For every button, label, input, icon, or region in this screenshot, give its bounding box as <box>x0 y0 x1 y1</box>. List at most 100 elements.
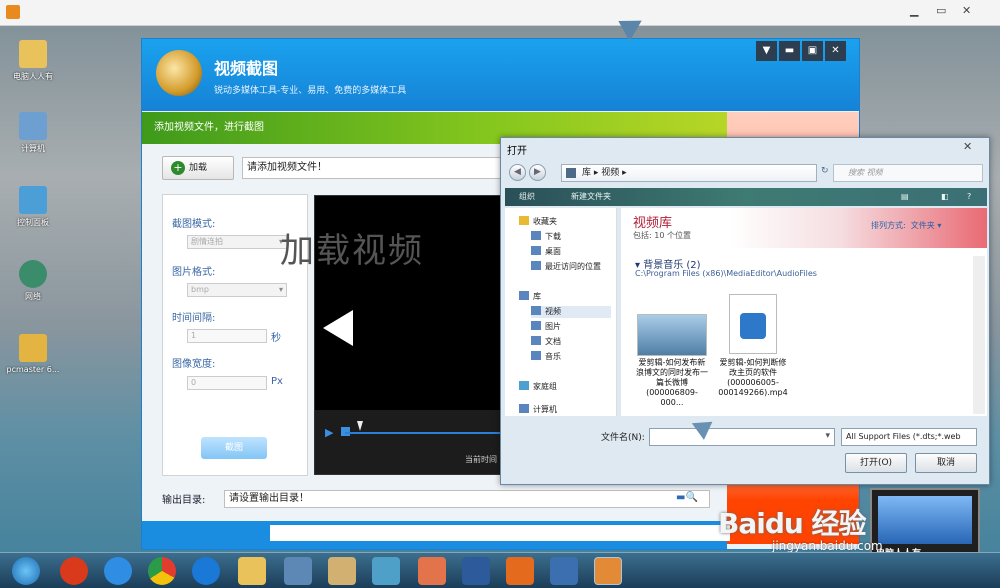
browser-q-icon[interactable] <box>192 557 220 585</box>
file-manager-icon[interactable] <box>328 557 356 585</box>
video-file-icon[interactable] <box>729 294 777 354</box>
file-name-2[interactable]: 爱剪辑-如何判断修改主页的软件(000006005-000149266).mp4 <box>717 358 789 398</box>
view-options-icon[interactable]: ▤ <box>901 188 909 206</box>
nav-homegroup[interactable]: 家庭组 <box>519 381 557 393</box>
dialog-title: 打开 <box>507 146 527 157</box>
office-icon[interactable] <box>550 557 578 585</box>
music-icon <box>531 351 541 360</box>
active-app-icon[interactable] <box>594 557 622 585</box>
open-button[interactable]: 打开(O) <box>845 453 907 473</box>
mode-select[interactable]: 剧情连拍 <box>187 235 287 249</box>
nav-pane: 收藏夹 下载 桌面 最近访问的位置 库 视频 图片 文档 音乐 家庭组 计算机 <box>505 208 617 416</box>
width-input[interactable]: 0 <box>187 376 267 390</box>
video-thumbnail-1[interactable] <box>637 314 707 356</box>
desktop-icon-computer[interactable]: 计算机 <box>4 112 62 154</box>
desktop-icon-user[interactable]: 电脑人人有 <box>4 40 62 82</box>
filetype-select[interactable]: All Support Files (*.dts;*.web <box>841 428 977 446</box>
library-header: 视频库 包括: 10 个位置 排列方式: 文件夹 ▾ <box>621 208 987 248</box>
interval-label: 时间间隔: <box>172 313 216 324</box>
app-grid-icon[interactable] <box>284 557 312 585</box>
nav-desktop[interactable]: 桌面 <box>531 246 561 258</box>
breadcrumb-videos[interactable]: 视频 <box>601 168 619 178</box>
browse-folder-icon[interactable]: ▬🔍 <box>676 492 698 503</box>
cancel-button[interactable]: 取消 <box>915 453 977 473</box>
refresh-icon[interactable]: ↻ <box>821 166 829 176</box>
host-maximize-icon[interactable]: ▭ <box>936 4 946 17</box>
breadcrumb-library[interactable]: 库 <box>582 168 591 178</box>
library-icon <box>519 291 529 300</box>
close-icon[interactable]: ✕ <box>825 41 846 61</box>
filename-input[interactable] <box>649 428 835 446</box>
chrome-icon[interactable] <box>148 557 176 585</box>
ie-icon[interactable] <box>104 557 132 585</box>
baidu-url: jingyan.baidu.com <box>772 539 883 553</box>
organize-button[interactable]: 组织 <box>519 188 535 206</box>
player-icon[interactable] <box>506 557 534 585</box>
desktop-icon-control-panel[interactable]: 控制面板 <box>4 186 62 228</box>
app-subtitle: 锐动多媒体工具-专业、易用、免费的多媒体工具 <box>214 86 407 96</box>
nav-favorites[interactable]: 收藏夹 <box>519 216 557 228</box>
forward-icon[interactable]: ▶ <box>529 164 546 181</box>
fan-icon[interactable] <box>372 557 400 585</box>
nav-videos[interactable]: 视频 <box>531 306 611 318</box>
interval-input[interactable]: 1 <box>187 329 267 343</box>
address-bar[interactable]: 库 ▸ 视频 ▸ <box>561 164 817 182</box>
interval-unit: 秒 <box>271 333 281 344</box>
computer-icon <box>19 112 47 140</box>
play-icon[interactable]: ▶ <box>325 426 333 439</box>
star-icon <box>519 216 529 225</box>
file-list-scrollbar[interactable] <box>973 256 985 414</box>
sort-control[interactable]: 排列方式: 文件夹 ▾ <box>871 220 941 231</box>
open-file-dialog: 打开 ✕ ◀ ▶ 库 ▸ 视频 ▸ ↻ 搜索 视频 组织 新建文件夹 ▤ ◧ ?… <box>500 137 990 485</box>
nav-downloads[interactable]: 下载 <box>531 231 561 243</box>
nav-recent[interactable]: 最近访问的位置 <box>531 261 601 273</box>
library-icon <box>566 168 576 178</box>
film-camera-logo-icon <box>156 50 202 96</box>
help-icon[interactable]: ? <box>967 188 971 206</box>
output-dir-label: 输出目录: <box>162 495 206 506</box>
seek-bar[interactable] <box>345 432 503 434</box>
host-titlebar: ▁ ▭ ✕ <box>0 0 1000 26</box>
app-jiang-icon[interactable] <box>60 557 88 585</box>
folder-icon[interactable] <box>238 557 266 585</box>
menu-dropdown-icon[interactable]: ▼ <box>756 41 777 61</box>
format-select[interactable]: bmp <box>187 283 287 297</box>
nav-music[interactable]: 音乐 <box>531 351 561 363</box>
app-title: 视频截图 <box>214 59 279 78</box>
seek-handle[interactable] <box>357 421 363 431</box>
maximize-icon[interactable]: ▣ <box>802 41 823 61</box>
video-file-input[interactable]: 请添加视频文件！ <box>242 157 504 179</box>
control-panel-icon <box>19 186 47 214</box>
capture-button[interactable]: 截图 <box>201 437 267 459</box>
current-time-label: 当前时间 <box>465 455 497 464</box>
nav-libraries[interactable]: 库 <box>519 291 541 303</box>
new-folder-button[interactable]: 新建文件夹 <box>571 188 611 206</box>
load-video-button[interactable]: + 加载 <box>162 156 234 180</box>
output-dir-input[interactable]: 请设置输出目录！ <box>224 490 710 508</box>
library-locations-link[interactable]: 包括: 10 个位置 <box>633 230 691 241</box>
host-minimize-icon[interactable]: ▁ <box>910 4 918 17</box>
dialog-close-icon[interactable]: ✕ <box>963 140 972 153</box>
paint-icon[interactable] <box>418 557 446 585</box>
film-icon[interactable] <box>462 557 490 585</box>
baidu-jingyan-logo: Baidu 经验 <box>718 507 867 540</box>
preview-pane-icon[interactable]: ◧ <box>941 188 949 206</box>
dialog-toolbar: 组织 新建文件夹 ▤ ◧ ? <box>505 188 987 206</box>
minimize-icon[interactable]: ▬ <box>779 41 800 61</box>
previous-frame-icon[interactable] <box>323 310 353 346</box>
media-icon <box>740 313 766 339</box>
desktop-icon-network[interactable]: 网络 <box>4 260 62 302</box>
nav-documents[interactable]: 文档 <box>531 336 561 348</box>
back-icon[interactable]: ◀ <box>509 164 526 181</box>
host-close-icon[interactable]: ✕ <box>962 4 971 17</box>
desktop-icon-pcmaster[interactable]: pcmaster 6... <box>4 334 62 374</box>
player-controls: ▶ 当前时间 <box>315 410 503 474</box>
file-name-1[interactable]: 爱剪辑-如何发布新浪博文的同时发布一篇长微博(000006809-000... <box>636 358 708 408</box>
search-input[interactable]: 搜索 视频 <box>833 164 983 182</box>
video-icon <box>531 306 541 315</box>
width-label: 图像宽度: <box>172 359 216 370</box>
windows-orb-icon[interactable] <box>12 557 40 585</box>
nav-computer[interactable]: 计算机 <box>519 404 557 414</box>
nav-pictures[interactable]: 图片 <box>531 321 561 333</box>
app-window-controls: ▼ ▬ ▣ ✕ <box>756 41 846 61</box>
